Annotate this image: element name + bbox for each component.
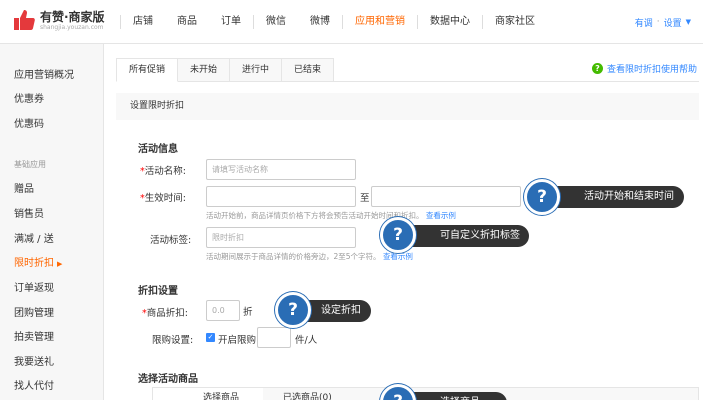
question-mark-icon: ? <box>524 179 560 215</box>
callout-text: 选择商品 <box>440 392 480 400</box>
purchase-limit-unit: 件/人 <box>295 335 318 346</box>
chevron-down-icon: ▼ <box>685 18 691 26</box>
question-glyph: ? <box>383 387 413 400</box>
settings-link[interactable]: 设置 <box>664 16 682 29</box>
tab-selected-products[interactable]: 已选商品(0) <box>283 388 383 400</box>
end-time-input[interactable] <box>371 186 521 207</box>
sidebar-item-label: 限时折扣 <box>14 258 54 269</box>
effective-time-label: *生效时间: <box>140 190 186 204</box>
sidebar-item-overview[interactable]: 应用营销概况 <box>14 66 74 81</box>
hint-text: 活动期间展示于商品详情的价格旁边，2至5个字符。 <box>206 252 381 261</box>
sidebar-item-salesperson[interactable]: 销售员 <box>14 205 44 220</box>
tab-ended[interactable]: 已结束 <box>282 58 335 82</box>
tab-not-started[interactable]: 未开始 <box>178 58 231 82</box>
section-title: 设置限时折扣 <box>116 93 699 120</box>
nav-item-orders[interactable]: 订单 <box>209 0 253 44</box>
sidebar-item-pay-for-me[interactable]: 找人代付 <box>14 377 54 392</box>
question-glyph: ? <box>288 300 298 320</box>
brand-title: 有赞·商家版 <box>40 10 105 24</box>
sidebar-item-auction[interactable]: 拍卖管理 <box>14 328 54 343</box>
caret-right-icon: ▶ <box>57 260 63 268</box>
activity-info-title: 活动信息 <box>138 144 178 155</box>
help-link-text: 查看限时折扣使用帮助 <box>606 65 697 75</box>
sidebar-item-gifts[interactable]: 赠品 <box>14 180 34 195</box>
callout-text: 设定折扣 <box>321 305 361 316</box>
sidebar-item-send-gift[interactable]: 我要送礼 <box>14 353 54 368</box>
select-products-title: 选择活动商品 <box>138 374 198 385</box>
question-circle-icon: ? <box>591 63 603 74</box>
label-text: 活动名称: <box>144 166 186 177</box>
sidebar-item-cashback[interactable]: 订单返现 <box>14 279 54 294</box>
user-menu: 有调 · 设置 ▼ <box>635 0 691 44</box>
discount-input[interactable]: 0.0 <box>206 300 240 321</box>
label-text: 生效时间: <box>144 193 186 204</box>
nav-item-apps-marketing[interactable]: 应用和营销 <box>343 0 417 44</box>
tab-all[interactable]: 所有促销 <box>116 58 179 82</box>
question-glyph: ? <box>393 225 403 245</box>
sidebar-item-group-buy[interactable]: 团购管理 <box>14 304 54 319</box>
discount-unit: 折 <box>243 307 253 318</box>
time-hint: 活动开始前，商品详情页价格下方将会预告活动开始时间和折扣。 查看示例 <box>206 210 456 221</box>
purchase-limit-checkbox[interactable]: ✓ <box>206 333 215 342</box>
sidebar-item-coupons[interactable]: 优惠券 <box>14 90 44 105</box>
thumbs-up-icon <box>14 10 35 30</box>
nav-item-store[interactable]: 店铺 <box>121 0 165 44</box>
sidebar-item-promo-codes[interactable]: 优惠码 <box>14 115 44 130</box>
sidebar-item-limited-discount[interactable]: 限时折扣 ▶ <box>14 254 62 269</box>
time-separator: 至 <box>360 193 370 204</box>
activity-tag-input[interactable]: 限时折扣 <box>206 227 356 248</box>
question-mark-icon: ? <box>380 384 416 400</box>
sidebar-group-label: 基础应用 <box>14 160 46 169</box>
activity-name-label: *活动名称: <box>140 163 186 177</box>
discount-label: *商品折扣: <box>142 305 188 319</box>
question-mark-icon: ? <box>275 292 311 328</box>
tab-in-progress[interactable]: 进行中 <box>230 58 283 82</box>
brand-subtitle: shangjia.youzan.com <box>40 24 104 31</box>
label-text: 商品折扣: <box>146 308 188 319</box>
user-name-link[interactable]: 有调 <box>635 16 653 29</box>
purchase-limit-label: 限购设置: <box>152 335 194 346</box>
tag-hint: 活动期间展示于商品详情的价格旁边，2至5个字符。 查看示例 <box>206 251 413 262</box>
promotion-tabs: 所有促销 未开始 进行中 已结束 <box>116 58 335 82</box>
top-nav-bar: 有赞·商家版 shangjia.youzan.com 店铺 商品 订单 微信 微… <box>0 0 703 44</box>
sidebar-item-full-reduction[interactable]: 满减 / 送 <box>14 230 54 245</box>
purchase-limit-input[interactable] <box>257 327 291 348</box>
callout-time: 活动开始和结束时间 <box>540 186 684 208</box>
tag-example-link[interactable]: 查看示例 <box>383 252 413 261</box>
sidebar: 应用营销概况 优惠券 优惠码 基础应用 赠品 销售员 满减 / 送 限时折扣 ▶ … <box>0 44 104 400</box>
tab-select-products[interactable]: 选择商品 <box>153 388 263 400</box>
nav-item-community[interactable]: 商家社区 <box>483 0 547 44</box>
question-mark-icon: ? <box>380 217 416 253</box>
nav-item-weibo[interactable]: 微博 <box>298 0 342 44</box>
nav-item-wechat[interactable]: 微信 <box>254 0 298 44</box>
nav-item-data-center[interactable]: 数据中心 <box>418 0 482 44</box>
time-example-link[interactable]: 查看示例 <box>426 211 456 220</box>
question-glyph: ? <box>537 187 547 207</box>
main-nav: 店铺 商品 订单 微信 微博 应用和营销 数据中心 商家社区 <box>120 0 547 44</box>
help-link[interactable]: ? 查看限时折扣使用帮助 <box>591 62 697 75</box>
discount-settings-title: 折扣设置 <box>138 286 178 297</box>
nav-item-products[interactable]: 商品 <box>165 0 209 44</box>
activity-name-input[interactable]: 请填写活动名称 <box>206 159 356 180</box>
callout-text: 活动开始和结束时间 <box>584 191 674 202</box>
separator-dot: · <box>656 17 660 27</box>
start-time-input[interactable] <box>206 186 356 207</box>
activity-tag-label: 活动标签: <box>150 235 192 246</box>
callout-text: 可自定义折扣标签 <box>440 230 520 241</box>
brand-logo[interactable]: 有赞·商家版 shangjia.youzan.com <box>10 6 110 36</box>
purchase-limit-check-label: 开启限购 <box>218 335 257 346</box>
